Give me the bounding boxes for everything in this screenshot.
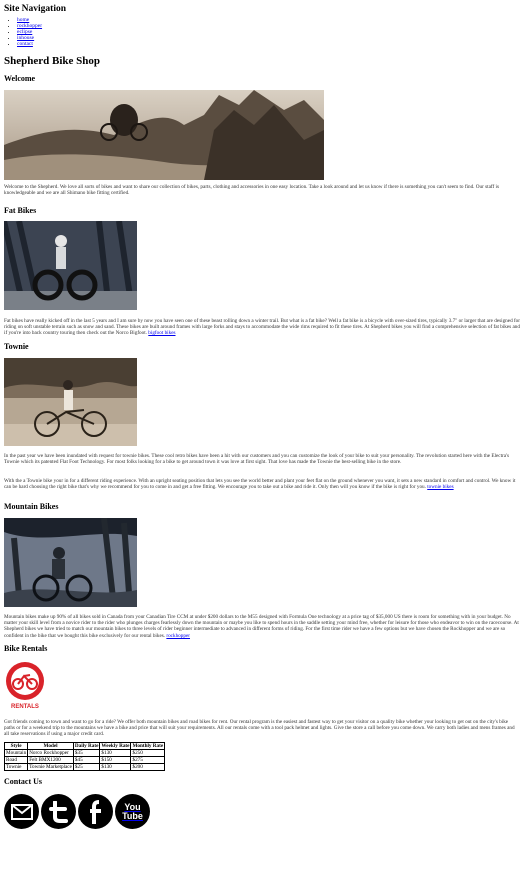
- rental-rates-table: Style Model Daily Rate Weekly Rate Month…: [3, 742, 166, 771]
- table-cell: $250: [130, 749, 166, 757]
- fat-bikes-text: Fat bikes have really kicked off in the …: [4, 318, 520, 337]
- mail-icon[interactable]: [4, 794, 39, 829]
- welcome-heading: Welcome: [4, 74, 36, 83]
- facebook-icon[interactable]: [78, 794, 113, 829]
- table-row: Mountain Norco Rockhopper $35 $130 $250: [3, 749, 166, 757]
- table-cell: $200: [130, 763, 166, 771]
- fat-bikes-heading: Fat Bikes: [4, 206, 37, 215]
- welcome-text: Welcome to the Shepherd. We love all sor…: [4, 184, 500, 197]
- table-cell: $25: [72, 763, 101, 771]
- table-cell: Townie Marketplace: [27, 763, 74, 771]
- rentals-logo-text: RENTALS: [11, 704, 39, 710]
- nav-heading: Site Navigation: [4, 4, 67, 14]
- table-cell: $35: [72, 749, 101, 757]
- youtube-icon[interactable]: You Tube: [115, 794, 150, 829]
- townie-heading: Townie: [4, 342, 29, 351]
- twitter-icon[interactable]: [41, 794, 76, 829]
- table-header-model: Model: [27, 742, 74, 750]
- table-cell: Townie: [3, 763, 29, 771]
- table-header-weekly-rate: Weekly Rate: [99, 742, 132, 750]
- rockhopper-link[interactable]: rockhopper: [166, 633, 190, 639]
- townie-text-1: In the past year we have been inundated …: [4, 453, 510, 466]
- hero-image-mountain-rider: [4, 90, 324, 180]
- mountain-bikes-text: Mountain bikes make up 90% of all bikes …: [4, 614, 520, 639]
- table-row: Road Felt BMX1200 $45 $150 $275: [3, 756, 166, 764]
- rentals-text: Got friends coming to town and want to g…: [4, 719, 515, 738]
- rentals-heading: Bike Rentals: [4, 644, 48, 653]
- nav-link-contact[interactable]: contact: [17, 41, 33, 47]
- fat-bikes-text-body: Fat bikes have really kicked off in the …: [4, 318, 521, 337]
- table-cell: $130: [99, 749, 132, 757]
- rentals-logo: RENTALS: [4, 660, 46, 710]
- table-cell: Felt BMX1200: [27, 756, 74, 764]
- site-title: Shepherd Bike Shop: [4, 55, 100, 67]
- table-cell: Norco Rockhopper: [27, 749, 74, 757]
- table-cell: Mountain: [3, 749, 29, 757]
- social-icons: You Tube: [4, 794, 150, 829]
- table-header-style: Style: [3, 742, 29, 750]
- nav-item-contact: contact: [17, 41, 42, 47]
- site-nav: home rockhopper eclipse inhouse contact: [9, 17, 42, 47]
- table-header-monthly-rate: Monthly Rate: [130, 742, 166, 750]
- contact-heading: Contact Us: [4, 777, 42, 786]
- fat-bike-image: [4, 221, 137, 310]
- mountain-bike-image: [4, 518, 137, 607]
- table-cell: $275: [130, 756, 166, 764]
- mountain-bikes-text-body: Mountain bikes make up 90% of all bikes …: [4, 614, 519, 639]
- table-header-daily-rate: Daily Rate: [72, 742, 101, 750]
- mountain-bikes-heading: Mountain Bikes: [4, 502, 59, 511]
- youtube-icon-text: You Tube: [122, 801, 143, 821]
- townie-image: [4, 358, 137, 446]
- townie-text-2: With the a Townie bike your in for a dif…: [4, 478, 520, 490]
- bigfoot-bikes-link[interactable]: bigfoot bikes: [148, 330, 175, 336]
- townie-bikes-link[interactable]: townie bikes: [427, 484, 453, 490]
- table-header-row: Style Model Daily Rate Weekly Rate Month…: [3, 742, 166, 750]
- table-cell: $45: [72, 756, 101, 764]
- table-cell: $150: [99, 756, 132, 764]
- table-cell: $130: [99, 763, 132, 771]
- table-cell: Road: [3, 756, 29, 764]
- table-row: Townie Townie Marketplace $25 $130 $200: [3, 763, 166, 771]
